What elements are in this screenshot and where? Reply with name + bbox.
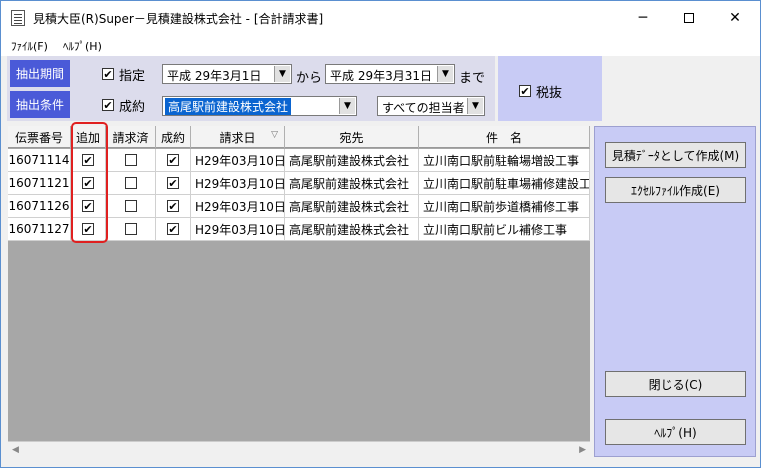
col-subject-cell: 立川南口駅前駐車場補修建設工事 [419, 172, 590, 194]
col-invoice-date-cell: H29年03月10日 [191, 195, 285, 217]
close-button[interactable]: ✕ [712, 1, 758, 34]
col-recipient-cell: 高尾駅前建設株式会社 [285, 195, 419, 217]
col-recipient-cell: 高尾駅前建設株式会社 [285, 218, 419, 240]
menu-bar: ﾌｧｲﾙ(F) ﾍﾙﾌﾟ(H) [1, 34, 760, 56]
highlight-annotation [71, 122, 108, 243]
col-invoice-date-cell: H29年03月10日 [191, 149, 285, 171]
create-estimate-button[interactable]: 見積ﾃﾞｰﾀとして作成(M) [605, 142, 746, 168]
col-contract-header[interactable]: 成約 [156, 126, 191, 148]
billed-checkbox[interactable] [124, 177, 137, 189]
filter-panel: 抽出期間 ✔ 指定 平成 29年3月1日 ▼ から 平成 29年3月31日 ▼ … [7, 56, 495, 121]
contract-checkbox[interactable]: ✔ [167, 200, 179, 212]
chevron-down-icon: ▼ [339, 98, 355, 114]
col-subject-cell: 立川南口駅前歩道橋補修工事 [419, 195, 590, 217]
col-slip-number-header[interactable]: 伝票番号 [8, 126, 71, 148]
column-header-label: 請求済 [112, 130, 149, 145]
menu-help[interactable]: ﾍﾙﾌﾟ(H) [63, 38, 102, 54]
staff-value: すべての担当者 [382, 101, 465, 115]
column-header-label: 成約 [160, 130, 185, 145]
menu-file[interactable]: ﾌｧｲﾙ(F) [11, 38, 48, 54]
date-from-select[interactable]: 平成 29年3月1日 ▼ [162, 64, 292, 84]
chevron-down-icon: ▼ [437, 66, 453, 82]
date-to-value: 平成 29年3月31日 [330, 69, 432, 83]
col-invoice-date-cell: H29年03月10日 [191, 172, 285, 194]
extraction-period-label: 抽出期間 [10, 60, 70, 87]
horizontal-scrollbar[interactable]: ◀ ▶ [8, 441, 590, 458]
col-slip-number-cell: 16071114 [8, 149, 71, 171]
col-slip-number-cell: 16071126 [8, 195, 71, 217]
col-recipient-header[interactable]: 宛先 [285, 126, 419, 148]
staff-select[interactable]: すべての担当者 ▼ [377, 96, 485, 116]
tax-excluded-label: 税抜 [536, 86, 563, 101]
col-slip-number-cell: 16071121 [8, 172, 71, 194]
client-value: 高尾駅前建設株式会社 [165, 98, 292, 115]
col-billed-header[interactable]: 請求済 [106, 126, 156, 148]
contract-checkbox[interactable]: ✔ [167, 177, 179, 189]
col-invoice-date-cell: H29年03月10日 [191, 218, 285, 240]
extraction-condition-label: 抽出条件 [10, 91, 70, 118]
date-to-select[interactable]: 平成 29年3月31日 ▼ [325, 64, 455, 84]
date-from-value: 平成 29年3月1日 [167, 69, 262, 83]
designated-label: 指定 [119, 69, 146, 84]
designated-checkbox[interactable]: ✔ [102, 68, 114, 80]
col-billed-cell [106, 149, 156, 171]
chevron-down-icon: ▼ [274, 66, 290, 82]
action-panel: 見積ﾃﾞｰﾀとして作成(M) ｴｸｾﾙﾌｧｲﾙ作成(E) 閉じる(C) ﾍﾙﾌﾟ… [594, 126, 756, 457]
col-contract-cell: ✔ [156, 172, 191, 194]
tax-option-panel: ✔ 税抜 [498, 56, 602, 121]
col-subject-header[interactable]: 件 名 [419, 126, 590, 148]
scroll-left-icon[interactable]: ◀ [12, 445, 19, 455]
col-billed-cell [106, 172, 156, 194]
create-excel-button[interactable]: ｴｸｾﾙﾌｧｲﾙ作成(E) [605, 177, 746, 203]
contract-checkbox[interactable]: ✔ [167, 154, 179, 166]
col-recipient-cell: 高尾駅前建設株式会社 [285, 172, 419, 194]
title-bar: 見積大臣(R)Super－見積建設株式会社 - [合計請求書] ─ ✕ [1, 1, 760, 34]
billed-checkbox[interactable] [124, 200, 137, 212]
tax-excluded-checkbox[interactable]: ✔ [519, 85, 531, 97]
column-header-label: 宛先 [339, 130, 364, 145]
app-document-icon [11, 10, 25, 26]
maximize-button[interactable] [666, 1, 712, 34]
col-recipient-cell: 高尾駅前建設株式会社 [285, 149, 419, 171]
col-invoice-date-header[interactable]: 請求日 ▽ [191, 126, 285, 148]
help-button[interactable]: ﾍﾙﾌﾟ(H) [605, 419, 746, 445]
to-text: まで [459, 71, 486, 86]
from-text: から [296, 71, 323, 86]
column-header-label: 請求日 [219, 130, 256, 145]
col-subject-cell: 立川南口駅前駐輪場増設工事 [419, 149, 590, 171]
column-header-label: 伝票番号 [14, 130, 63, 145]
col-billed-cell [106, 218, 156, 240]
col-slip-number-cell: 16071127 [8, 218, 71, 240]
client-select[interactable]: 高尾駅前建設株式会社 ▼ [162, 96, 357, 116]
sort-icon: ▽ [271, 130, 278, 140]
close-dialog-button[interactable]: 閉じる(C) [605, 371, 746, 397]
billed-checkbox[interactable] [124, 223, 137, 235]
col-subject-cell: 立川南口駅前ビル補修工事 [419, 218, 590, 240]
application-window: 見積大臣(R)Super－見積建設株式会社 - [合計請求書] ─ ✕ ﾌｧｲﾙ… [0, 0, 761, 468]
col-billed-cell [106, 195, 156, 217]
scroll-right-icon[interactable]: ▶ [579, 445, 586, 455]
billed-checkbox[interactable] [124, 154, 137, 166]
col-contract-cell: ✔ [156, 149, 191, 171]
column-header-label: 件 名 [485, 130, 522, 145]
col-contract-cell: ✔ [156, 218, 191, 240]
maximize-icon [684, 12, 694, 23]
contracted-label: 成約 [119, 100, 146, 115]
minimize-button[interactable]: ─ [620, 1, 666, 34]
contracted-checkbox[interactable]: ✔ [102, 99, 114, 111]
window-title: 見積大臣(R)Super－見積建設株式会社 - [合計請求書] [33, 12, 324, 26]
col-contract-cell: ✔ [156, 195, 191, 217]
chevron-down-icon: ▼ [467, 98, 483, 114]
contract-checkbox[interactable]: ✔ [167, 223, 179, 235]
